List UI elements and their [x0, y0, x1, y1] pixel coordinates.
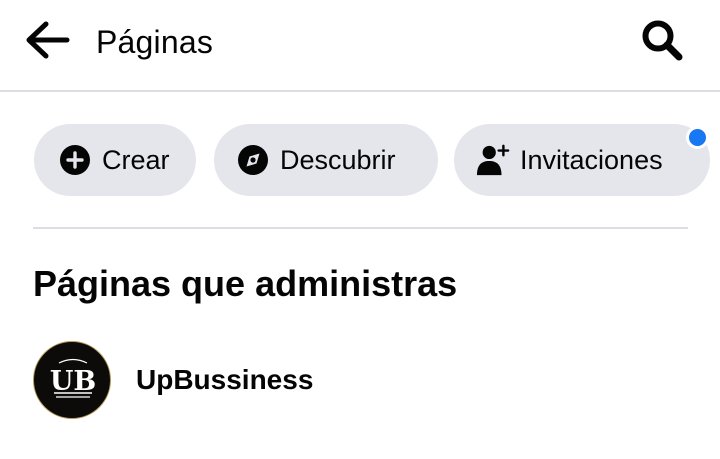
search-icon [640, 18, 684, 67]
top-bar: Páginas [0, 0, 720, 92]
add-person-icon [476, 143, 510, 177]
invitations-button[interactable]: Invitaciones [454, 124, 710, 196]
invitations-label: Invitaciones [520, 144, 663, 175]
back-button[interactable] [22, 20, 72, 64]
page-name: UpBussiness [136, 364, 314, 395]
managed-page-item[interactable]: UB UpBussiness [33, 340, 688, 420]
notification-dot [686, 126, 709, 149]
action-chips: Crear Descubrir Invitaciones [34, 124, 720, 196]
page-title: Páginas [96, 24, 214, 60]
create-page-button[interactable]: Crear [34, 124, 196, 196]
plus-circle-icon [58, 143, 92, 177]
compass-icon [236, 143, 270, 177]
discover-button[interactable]: Descubrir [214, 124, 438, 196]
upbussiness-logo-icon: UB [37, 345, 109, 417]
section-title: Páginas que administras [33, 263, 458, 304]
create-label: Crear [102, 144, 170, 175]
arrow-left-icon [24, 20, 70, 65]
divider [33, 227, 688, 229]
discover-label: Descubrir [280, 144, 396, 175]
search-button[interactable] [636, 18, 688, 66]
pages-screen: Páginas Crear Descubrir Invitaciones Pág… [0, 0, 720, 459]
avatar: UB [33, 341, 111, 419]
